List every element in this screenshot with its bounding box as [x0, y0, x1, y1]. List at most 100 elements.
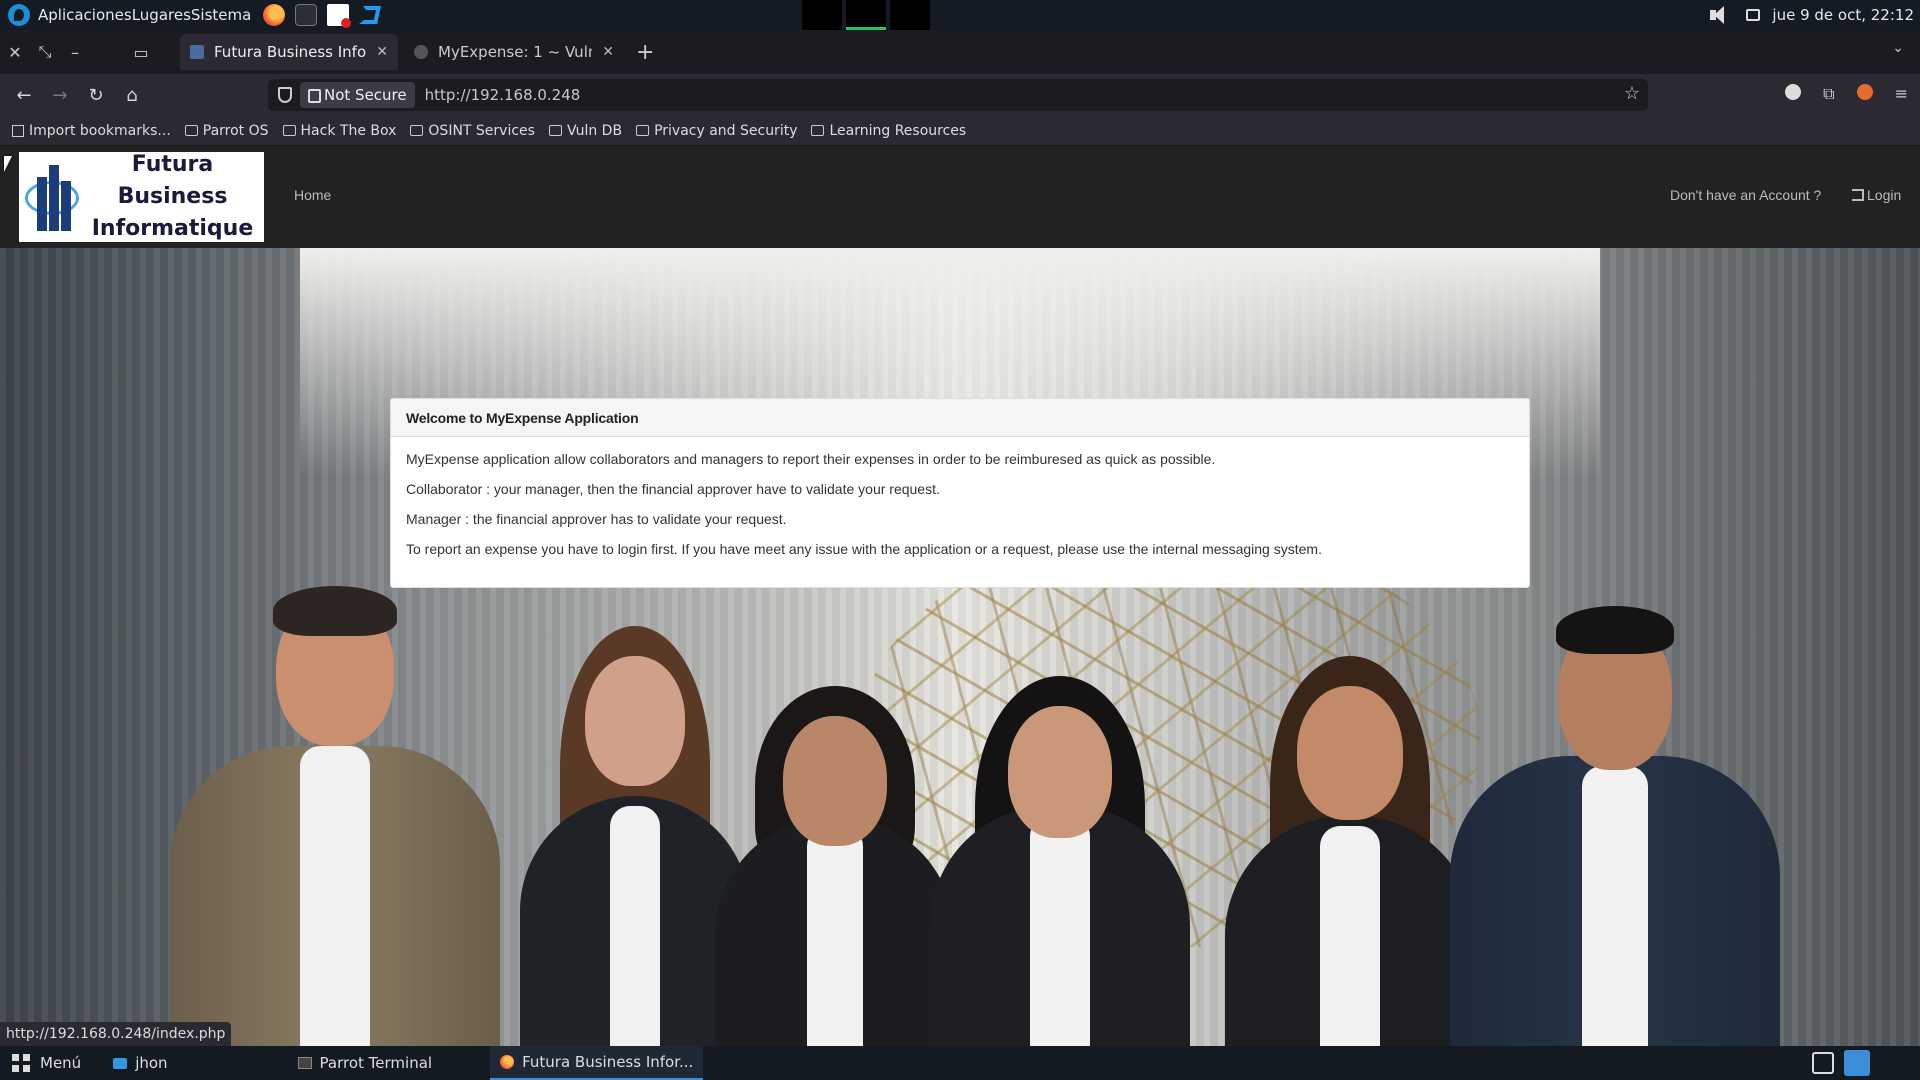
status-url-overlay: http://192.168.0.248/index.php [0, 1022, 232, 1046]
workspace-3[interactable] [890, 0, 930, 30]
bookmark-hack-the-box[interactable]: Hack The Box [282, 122, 397, 139]
folder-icon [636, 125, 650, 136]
back-button[interactable]: ← [6, 85, 42, 106]
close-window-icon[interactable]: ✕ [0, 43, 30, 62]
login-label: Login [1867, 187, 1902, 203]
extension-icon[interactable] [1785, 84, 1802, 100]
browser-nav-bar: ← → ↻ ⌂ Not Secure http://192.168.0.248 … [0, 74, 1920, 116]
bottom-taskbar: Menú jhon Parrot Terminal Futura Busines… [0, 1046, 1920, 1080]
bookmark-privacy[interactable]: Privacy and Security [636, 123, 797, 139]
terminal-icon [297, 1057, 312, 1069]
nav-home-link[interactable]: Home [294, 187, 331, 203]
bookmark-label: Vuln DB [566, 122, 623, 139]
vscode-launcher-icon[interactable] [359, 4, 381, 26]
tab-manager-icon[interactable]: ▭ [126, 43, 156, 62]
workspace-2[interactable] [846, 0, 886, 30]
reload-button[interactable]: ↻ [78, 85, 114, 106]
bookmark-label: Parrot OS [202, 122, 269, 139]
bookmark-label: Import bookmarks... [29, 122, 171, 139]
extensions-puzzle-icon[interactable]: ⧉ [1823, 84, 1834, 104]
menu-aplicaciones[interactable]: Aplicaciones [38, 6, 132, 24]
person-3 [715, 686, 955, 1046]
home-button[interactable]: ⌂ [114, 85, 150, 106]
parrot-logo-icon[interactable] [8, 4, 30, 26]
globe-icon [414, 45, 428, 59]
task-jhon-folder[interactable]: jhon [103, 1046, 177, 1080]
folder-icon [811, 125, 825, 136]
logo-line-2: Informatique [91, 216, 254, 241]
terminal-launcher-icon[interactable] [295, 4, 318, 26]
folder-icon [548, 125, 562, 136]
clock[interactable]: jue 9 de oct, 22:12 [1772, 6, 1914, 24]
mouse-cursor-icon [4, 156, 12, 172]
update-tray-icon[interactable] [1844, 1050, 1870, 1076]
bookmark-label: Hack The Box [300, 122, 397, 139]
foxyproxy-icon[interactable] [1856, 84, 1873, 100]
task-firefox[interactable]: Futura Business Infor... [490, 1046, 704, 1080]
network-tray-icon[interactable] [1812, 1052, 1834, 1074]
menu-lugares[interactable]: Lugares [132, 6, 191, 24]
task-label: jhon [135, 1054, 168, 1072]
restore-window-icon[interactable]: ⤡ [30, 42, 60, 62]
folder-icon [410, 125, 424, 136]
not-secure-badge[interactable]: Not Secure [300, 82, 415, 108]
tab-myexpense-vulnhub[interactable]: MyExpense: 1 ~ VulnHub ✕ [404, 34, 624, 70]
minimize-window-icon[interactable]: – [60, 43, 90, 62]
import-icon [12, 124, 24, 137]
welcome-text-3: Manager : the financial approver has to … [406, 511, 787, 527]
document-launcher-icon[interactable] [327, 4, 352, 28]
welcome-panel-title: Welcome to MyExpense Application [391, 399, 1529, 437]
folder-icon [184, 125, 198, 136]
screen-icon[interactable] [1746, 9, 1761, 21]
bookmarks-bar: Import bookmarks... Parrot OS Hack The B… [0, 116, 1920, 146]
bookmark-parrot-os[interactable]: Parrot OS [184, 122, 269, 139]
workspace-1[interactable] [802, 0, 842, 30]
apps-grid-icon[interactable] [12, 1054, 30, 1072]
web-page: Futura Business Informatique Home Don't … [0, 146, 1920, 1046]
system-top-panel: Aplicaciones Lugares Sistema jue 9 de oc… [0, 0, 1920, 30]
volume-icon[interactable] [1708, 5, 1734, 25]
welcome-panel: Welcome to MyExpense Application MyExpen… [390, 398, 1530, 588]
task-label: Futura Business Infor... [522, 1053, 694, 1071]
folder-icon [113, 1057, 128, 1069]
login-icon [1852, 189, 1864, 201]
shield-icon[interactable] [278, 87, 292, 103]
site-logo[interactable]: Futura Business Informatique [19, 152, 264, 242]
close-tab-icon[interactable]: ✕ [602, 44, 614, 60]
bookmark-label: Learning Resources [829, 122, 967, 139]
site-navbar: Futura Business Informatique Home Don't … [0, 146, 1920, 248]
person-4 [930, 676, 1190, 1046]
logo-line-1: Futura Business [117, 152, 228, 209]
folder-icon [282, 125, 296, 136]
nav-signup-link[interactable]: Don't have an Account ? [1670, 187, 1821, 203]
forward-button[interactable]: → [42, 85, 78, 106]
task-parrot-terminal[interactable]: Parrot Terminal [288, 1046, 443, 1080]
tab-title: MyExpense: 1 ~ VulnHub [438, 43, 592, 61]
bookmark-star-icon[interactable]: ☆ [1624, 83, 1640, 104]
close-tab-icon[interactable]: ✕ [376, 44, 388, 60]
task-label: Parrot Terminal [319, 1054, 433, 1072]
hamburger-menu-icon[interactable]: ≡ [1895, 84, 1908, 104]
chevron-down-icon[interactable]: ⌄ [1892, 40, 1904, 56]
person-1 [170, 586, 500, 1046]
tab-title: Futura Business Informati [214, 43, 367, 61]
bookmark-label: OSINT Services [428, 122, 535, 139]
menu-sistema[interactable]: Sistema [191, 6, 251, 24]
url-text[interactable]: http://192.168.0.248 [425, 86, 581, 104]
bookmark-vuln-db[interactable]: Vuln DB [548, 122, 623, 139]
welcome-text-2: Collaborator : your manager, then the fi… [406, 481, 940, 497]
bookmark-learning[interactable]: Learning Resources [811, 123, 966, 139]
bookmark-osint[interactable]: OSINT Services [410, 123, 535, 139]
firefox-launcher-icon[interactable] [263, 4, 286, 26]
person-5 [1225, 656, 1475, 1046]
new-tab-button[interactable]: + [636, 40, 654, 65]
firefox-icon [500, 1055, 515, 1069]
nav-login-link[interactable]: Login [1852, 187, 1901, 203]
browser-tab-bar: ✕ ⤡ – ▭ Futura Business Informati ✕ MyEx… [0, 30, 1920, 74]
workspace-switcher [802, 0, 930, 30]
url-bar[interactable]: Not Secure http://192.168.0.248 ☆ [268, 79, 1648, 111]
bookmark-import[interactable]: Import bookmarks... [12, 123, 171, 139]
tab-futura-business[interactable]: Futura Business Informati ✕ [180, 34, 398, 70]
menu-button[interactable]: Menú [40, 1054, 81, 1072]
welcome-text-1: MyExpense application allow collaborator… [406, 451, 1216, 467]
